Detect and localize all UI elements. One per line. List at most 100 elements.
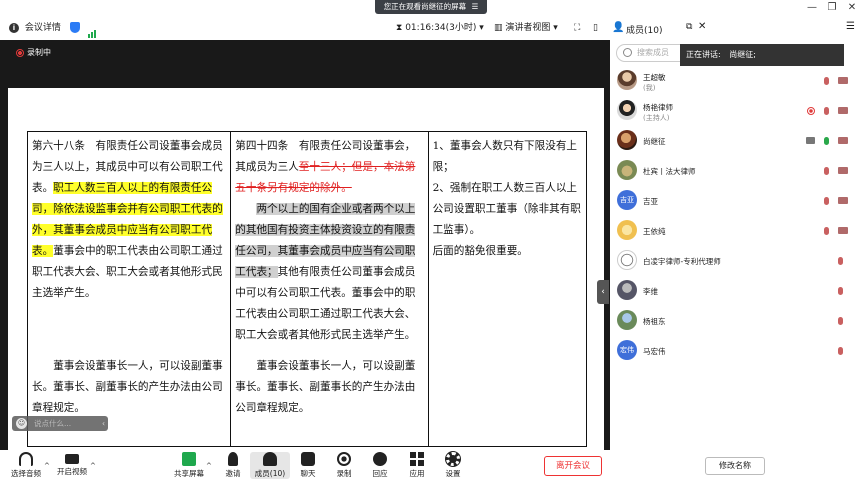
avatar <box>617 280 637 300</box>
article-68: 第六十八条 有限责任公司设董事会成员为三人以上，其成员中可以有公司职工代表。职工… <box>32 140 223 299</box>
mic-muted-icon[interactable] <box>824 77 829 85</box>
participant-row[interactable]: 王依纯 <box>612 216 864 246</box>
headset-icon <box>19 452 33 466</box>
minimize-button[interactable]: — <box>806 2 818 13</box>
view-mode-button[interactable]: ▥ 演讲者视图 ▾ <box>494 18 558 38</box>
apps-icon <box>410 452 424 466</box>
security-icon[interactable] <box>70 18 80 38</box>
apps-label: 应用 <box>409 469 425 478</box>
close-window-button[interactable]: ✕ <box>846 2 858 13</box>
rename-button[interactable]: 修改名称 <box>705 457 765 475</box>
participant-row[interactable]: 尚继征 <box>612 126 864 156</box>
mic-muted-icon[interactable] <box>838 257 843 265</box>
table-column-new-law: 第六十八条 有限责任公司设董事会成员为三人以上，其成员中可以有公司职工代表。职工… <box>28 132 232 446</box>
avatar <box>617 70 637 90</box>
collapse-panel-tab[interactable]: ‹ <box>597 280 609 304</box>
participant-role: (我) <box>643 84 656 92</box>
invite-icon <box>228 452 238 466</box>
camera-off-icon[interactable] <box>838 167 848 174</box>
camera-off-icon[interactable] <box>838 227 848 234</box>
participant-row[interactable]: 吉亚 吉亚 <box>612 186 864 216</box>
menu-icon[interactable]: ☰ <box>846 21 855 32</box>
camera-off-icon[interactable] <box>838 197 848 204</box>
panel-toggle-icon[interactable]: ▯ <box>593 18 598 38</box>
network-signal-icon <box>88 18 97 38</box>
participant-name: 马宏伟 <box>643 347 666 356</box>
participant-row[interactable]: 杜宾丨法大律师 <box>612 156 864 186</box>
recording-indicator: 录制中 <box>16 47 51 58</box>
popout-icon[interactable]: ⧉ <box>686 22 692 32</box>
chat-input[interactable]: ☺ 说点什么... ‹ <box>12 416 108 431</box>
video-label: 开启视频 <box>57 467 87 476</box>
emoji-icon[interactable]: ☺ <box>16 418 27 429</box>
participant-row[interactable]: 王超敏 (我) <box>612 66 864 96</box>
participant-name: 白凌宇律师-专利代理师 <box>643 257 721 266</box>
participants-title: 成员(10) <box>626 26 663 36</box>
avatar: 宏伟 <box>617 340 637 360</box>
meeting-timer[interactable]: ⧗ 01:16:34(3小时) ▾ <box>396 18 484 38</box>
camera-off-icon <box>65 454 79 464</box>
members-button[interactable]: 成员(10) <box>250 452 290 479</box>
article-44: 第四十四条 有限责任公司设董事会，其成员为三人至十三人；但是，本法第五十条另有规… <box>235 140 416 194</box>
speaking-indicator: 正在讲话: 尚继征; <box>680 44 844 66</box>
meeting-details-label: 会议详情 <box>24 23 61 33</box>
video-options-icon[interactable]: ^ <box>90 462 96 470</box>
chat-button[interactable]: 聊天 <box>288 452 328 479</box>
mic-muted-icon[interactable] <box>824 167 829 175</box>
table-column-old-law: 第四十四条 有限责任公司设董事会，其成员为三人至十三人；但是，本法第五十条另有规… <box>231 132 429 446</box>
react-button[interactable]: 回应 <box>360 452 400 479</box>
participant-row[interactable]: 杨祖东 <box>612 306 864 336</box>
video-button[interactable]: 开启视频 <box>52 452 92 477</box>
settings-button[interactable]: 设置 <box>433 452 473 479</box>
audio-button[interactable]: 选择音频 <box>6 452 46 479</box>
timer-text: 01:16:34(3小时) <box>405 23 477 33</box>
mic-muted-icon[interactable] <box>824 107 829 115</box>
close-panel-icon[interactable]: ✕ <box>698 21 706 32</box>
restore-button[interactable]: ❐ <box>826 2 838 13</box>
participant-row[interactable]: 杨艳律师 (主持人) <box>612 96 864 126</box>
note-1: 1、董事会人数只有下限没有上限； <box>432 140 578 173</box>
members-icon: 👤 <box>612 22 625 33</box>
avatar <box>617 100 637 120</box>
sharing-banner-text: 您正在观看尚继征的屏幕 <box>383 2 467 11</box>
fullscreen-icon[interactable]: ⛶ <box>574 18 580 38</box>
audio-options-icon[interactable]: ^ <box>44 462 50 470</box>
document-page: 第六十八条 有限责任公司设董事会成员为三人以上，其成员中可以有公司职工代表。职工… <box>8 88 604 460</box>
chat-input-placeholder: 说点什么... <box>34 419 72 428</box>
share-options-icon[interactable]: ^ <box>206 462 212 470</box>
collapse-chat-icon[interactable]: ‹ <box>102 416 105 431</box>
mic-muted-icon[interactable] <box>824 197 829 205</box>
share-screen-button[interactable]: 共享屏幕 <box>169 452 209 479</box>
mic-muted-icon[interactable] <box>838 287 843 295</box>
camera-off-icon[interactable] <box>838 77 848 84</box>
participant-row[interactable]: 宏伟 马宏伟 <box>612 336 864 366</box>
record-icon <box>16 48 24 57</box>
camera-off-icon[interactable] <box>838 107 848 114</box>
note-3: 后面的豁免很重要。 <box>432 245 528 257</box>
mic-muted-icon[interactable] <box>838 347 843 355</box>
camera-off-icon[interactable] <box>838 137 848 144</box>
participant-name: 杨祖东 <box>643 317 666 326</box>
invite-button[interactable]: 邀请 <box>213 452 253 479</box>
meeting-info-bar: i 会议详情 ⧗ 01:16:34(3小时) ▾ ▥ 演讲者视图 ▾ ⛶ ▯ <box>0 18 610 38</box>
record-button[interactable]: 录制 <box>324 452 364 479</box>
info-icon: i <box>9 22 19 33</box>
chat-icon <box>301 452 315 466</box>
sharing-banner: 您正在观看尚继征的屏幕 ☰ <box>375 0 487 14</box>
speaking-name: 尚继征; <box>729 50 756 59</box>
members-label: 成员(10) <box>254 469 286 478</box>
mic-on-icon[interactable] <box>824 137 829 145</box>
screen-share-icon <box>806 137 815 144</box>
mic-muted-icon[interactable] <box>824 227 829 235</box>
participant-row[interactable]: 李维 <box>612 276 864 306</box>
participant-row[interactable]: 白凌宇律师-专利代理师 <box>612 246 864 276</box>
meeting-details-button[interactable]: i 会议详情 <box>9 18 61 38</box>
chat-label: 聊天 <box>300 469 316 478</box>
banner-menu-icon[interactable]: ☰ <box>472 2 479 11</box>
apps-button[interactable]: 应用 <box>397 452 437 479</box>
mic-muted-icon[interactable] <box>838 317 843 325</box>
view-mode-label: 演讲者视图 <box>505 23 551 33</box>
avatar <box>617 250 637 270</box>
leave-meeting-button[interactable]: 离开会议 <box>544 456 602 476</box>
chevron-down-icon: ▾ <box>553 23 558 33</box>
